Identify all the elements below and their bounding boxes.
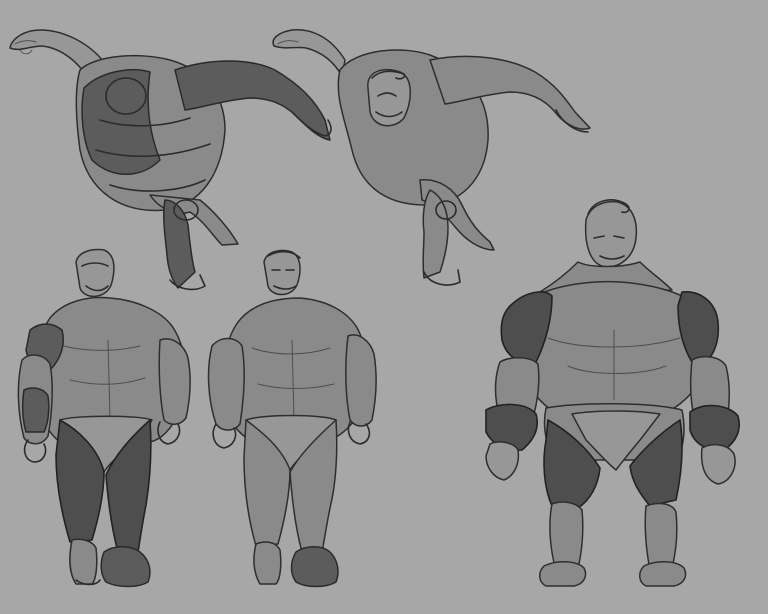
front-walk-clean-figure [207, 249, 377, 588]
front-stand-shaded-figure [485, 199, 740, 587]
running-pose-clean-figure [272, 28, 591, 286]
front-walk-rough-figure [17, 248, 191, 588]
character-sketch-sheet [9, 28, 740, 588]
